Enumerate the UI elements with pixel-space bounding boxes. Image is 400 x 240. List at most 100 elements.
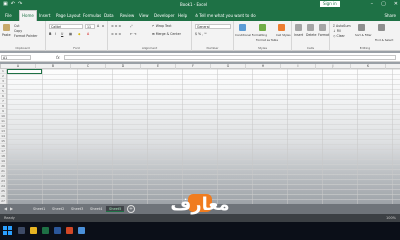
find-select-button[interactable]: Find & Select (375, 38, 393, 42)
tab-developer[interactable]: Developer (152, 11, 177, 21)
format-as-table-icon[interactable] (259, 24, 266, 31)
next-sheet-icon[interactable]: ▶ (10, 206, 13, 211)
formula-bar: A1 fx (0, 53, 400, 62)
sign-in-button[interactable]: Sign in (320, 1, 340, 7)
tab-file[interactable]: File (3, 11, 14, 21)
window-title: Book1 - Excel (180, 2, 208, 7)
paste-icon[interactable] (3, 24, 10, 31)
excel-taskbar-icon[interactable] (42, 227, 49, 234)
autosum-label: AutoSum (336, 24, 351, 28)
add-sheet-icon[interactable]: + (127, 205, 135, 213)
undo-icon[interactable]: ↶ (11, 1, 15, 7)
file-explorer-icon[interactable] (30, 227, 37, 234)
format-painter-button[interactable]: Format Painter (14, 34, 37, 38)
share-button[interactable]: Share (384, 11, 396, 21)
tell-me-search[interactable]: ♁ Tell me what you want to do (195, 11, 256, 21)
sheet-tab-1[interactable]: Sheet1 (30, 206, 48, 212)
underline-icon[interactable]: U (61, 32, 63, 36)
copy-button[interactable]: Copy (14, 29, 22, 33)
align-top-icon[interactable]: ≡ ≡ ≡ (111, 24, 121, 28)
ribbon-tabs: File Home Insert Page Layout Formulas Da… (0, 8, 400, 21)
sheet-tab-4[interactable]: Sheet4 (87, 206, 105, 212)
search-taskbar-icon[interactable] (18, 227, 25, 234)
align-left-icon[interactable]: ≡ ≡ ≡ (111, 32, 121, 36)
save-icon[interactable]: ▣ (3, 1, 8, 7)
italic-icon[interactable]: I (55, 32, 56, 36)
sheet-tab-2[interactable]: Sheet2 (49, 206, 67, 212)
borders-icon[interactable]: ▦ (69, 32, 72, 36)
insert-cells-icon[interactable] (295, 24, 302, 31)
browser-taskbar-icon[interactable] (78, 227, 85, 234)
tab-home[interactable]: Home (19, 10, 37, 21)
clipboard-label: Clipboard (15, 46, 30, 50)
clear-button[interactable]: ◇ Clear (333, 34, 345, 38)
wrap-text-label: Wrap Text (155, 24, 172, 28)
maaref-logo-watermark: معارف (170, 194, 230, 215)
sheet-tab-5[interactable]: Sheet5 (106, 206, 125, 212)
minimize-icon[interactable]: – (371, 1, 374, 7)
tell-me-label: Tell me what you want to do (199, 13, 256, 18)
restore-icon[interactable]: ▢ (381, 1, 386, 7)
row-headers: 1 2 3 4 5 6 7 8 9 10 11 12 13 14 15 16 17 18 19 20 21 22 23 24 2… (0, 69, 7, 204)
font-name-select[interactable]: Calibri (49, 24, 83, 29)
format-cells-button[interactable]: Format (318, 33, 329, 37)
close-icon[interactable]: ✕ (394, 1, 398, 7)
word-taskbar-icon[interactable] (54, 227, 61, 234)
grow-font-icon[interactable]: A (97, 24, 99, 28)
clear-label: Clear (336, 34, 345, 38)
sheet-tab-3[interactable]: Sheet3 (68, 206, 86, 212)
tab-page-layout[interactable]: Page Layout (54, 11, 83, 21)
indent-icon[interactable]: ⇤ ⇥ (130, 32, 136, 36)
merge-center-button[interactable]: ⊞ Merge & Center (152, 32, 181, 36)
merge-center-label: Merge & Center (155, 32, 181, 36)
tab-formulas[interactable]: Formulas (81, 11, 103, 21)
name-box[interactable]: A1 (1, 55, 31, 60)
windows-start-icon[interactable] (3, 226, 12, 235)
conditional-formatting-icon[interactable] (239, 24, 246, 31)
wrap-text-button[interactable]: ↵ Wrap Text (152, 24, 171, 28)
orientation-icon[interactable]: ⤢ (130, 24, 133, 28)
format-as-table-button[interactable]: Format as Table (256, 38, 278, 42)
tab-help[interactable]: Help (176, 11, 189, 21)
number-format-icons[interactable]: $ % , ⁰⁰ (195, 32, 207, 36)
format-cells-icon[interactable] (319, 24, 326, 31)
number-format-select[interactable]: General (195, 24, 231, 29)
font-label: Font (73, 46, 80, 50)
cells-label: Cells (306, 46, 315, 50)
paste-button[interactable]: Paste (2, 33, 11, 37)
redo-icon[interactable]: ↷ (18, 1, 22, 7)
find-select-icon[interactable] (378, 24, 385, 31)
sort-filter-icon[interactable] (358, 24, 365, 31)
fx-icon[interactable]: fx (56, 55, 60, 60)
selected-cell[interactable] (7, 69, 42, 74)
font-size-select[interactable]: 11 (85, 24, 95, 29)
powerpoint-taskbar-icon[interactable] (66, 227, 73, 234)
zoom-level[interactable]: 100% (386, 216, 396, 220)
tab-view[interactable]: View (137, 11, 151, 21)
insert-cells-button[interactable]: Insert (294, 33, 303, 37)
cell-styles-icon[interactable] (278, 24, 285, 31)
fill-button[interactable]: ↓ Fill (333, 29, 341, 33)
quick-access-toolbar: ▣ ↶ ↷ (3, 1, 22, 7)
formula-input[interactable] (64, 55, 396, 60)
fill-color-icon[interactable]: ◆ (78, 32, 80, 36)
cut-button[interactable]: Cut (14, 24, 20, 28)
tab-insert[interactable]: Insert (37, 11, 52, 21)
delete-cells-button[interactable]: Delete (306, 33, 316, 37)
bold-icon[interactable]: B (49, 32, 51, 36)
styles-label: Styles (257, 46, 268, 50)
fill-label: Fill (336, 29, 341, 33)
tab-data[interactable]: Data (102, 11, 116, 21)
cell-area[interactable] (7, 69, 400, 204)
autosum-button[interactable]: Σ AutoSum (333, 24, 351, 28)
delete-cells-icon[interactable] (307, 24, 314, 31)
prev-sheet-icon[interactable]: ◀ (4, 206, 7, 211)
font-color-icon[interactable]: A (87, 32, 89, 36)
tab-review[interactable]: Review (118, 11, 136, 21)
sort-filter-button[interactable]: Sort & Filter (355, 33, 372, 37)
editing-group: Σ AutoSum ↓ Fill ◇ Clear Sort & Filter F… (330, 21, 400, 51)
spreadsheet-grid: ABCDEFGHIJKLMNOPQRST 1234567891011121314… (0, 64, 400, 204)
conditional-formatting-button[interactable]: Conditional Formatting (235, 33, 267, 37)
shrink-font-icon[interactable]: a (102, 24, 104, 28)
cell-styles-button[interactable]: Cell Styles (276, 33, 291, 37)
